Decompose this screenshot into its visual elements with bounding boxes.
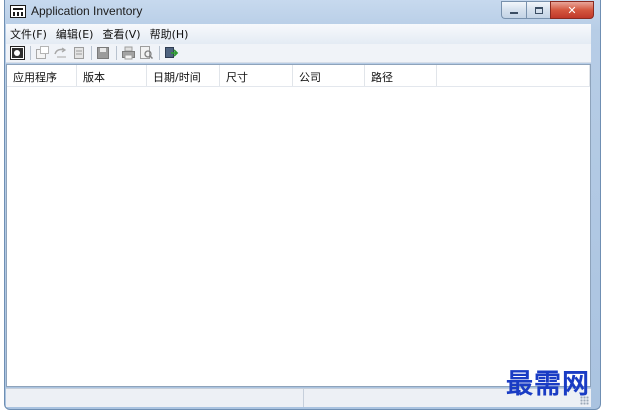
exit-button[interactable] xyxy=(163,45,180,61)
window-title: Application Inventory xyxy=(31,4,143,18)
menu-view[interactable]: 查看(V) xyxy=(98,26,144,42)
maximize-button[interactable] xyxy=(526,1,550,19)
menu-help[interactable]: 帮助(H) xyxy=(146,26,193,42)
copy-icon xyxy=(74,47,84,59)
application-list[interactable]: 应用程序 版本 日期/时间 尺寸 公司 路径 xyxy=(6,64,591,387)
column-header-size[interactable]: 尺寸 xyxy=(220,65,293,86)
column-header-filler xyxy=(437,65,590,86)
column-header-datetime[interactable]: 日期/时间 xyxy=(147,65,220,86)
window-controls: ✕ xyxy=(501,1,594,19)
toolbar-separator xyxy=(91,46,92,60)
view-icon xyxy=(10,46,25,60)
close-icon: ✕ xyxy=(567,3,577,17)
refresh-button[interactable] xyxy=(52,45,69,61)
exit-icon xyxy=(165,47,179,58)
status-pane-left xyxy=(6,389,304,407)
column-header-version[interactable]: 版本 xyxy=(77,65,147,86)
column-header-application[interactable]: 应用程序 xyxy=(7,65,77,86)
toolbar xyxy=(6,44,591,63)
view-button[interactable] xyxy=(9,45,26,61)
close-button[interactable]: ✕ xyxy=(550,1,594,19)
column-header-path[interactable]: 路径 xyxy=(365,65,437,86)
minimize-button[interactable] xyxy=(501,1,526,19)
save-icon xyxy=(97,47,109,59)
menu-edit[interactable]: 编辑(E) xyxy=(52,26,98,42)
list-header: 应用程序 版本 日期/时间 尺寸 公司 路径 xyxy=(7,65,590,87)
toolbar-separator xyxy=(30,46,31,60)
print-button[interactable] xyxy=(120,45,137,61)
status-bar xyxy=(6,388,591,407)
toolbar-separator xyxy=(159,46,160,60)
toolbar-separator xyxy=(116,46,117,60)
menu-file[interactable]: 文件(F) xyxy=(6,26,51,42)
properties-button[interactable] xyxy=(34,45,51,61)
copy-button[interactable] xyxy=(70,45,87,61)
application-icon[interactable] xyxy=(10,5,26,18)
column-header-company[interactable]: 公司 xyxy=(293,65,365,86)
print-preview-icon xyxy=(140,46,154,60)
properties-icon xyxy=(36,46,49,59)
minimize-icon xyxy=(510,12,518,14)
menu-bar: 文件(F) 编辑(E) 查看(V) 帮助(H) xyxy=(6,24,591,45)
maximize-icon xyxy=(534,6,543,14)
print-preview-button[interactable] xyxy=(138,45,155,61)
watermark-logo: 最需网 xyxy=(506,369,590,400)
save-button[interactable] xyxy=(95,45,112,61)
refresh-icon xyxy=(54,47,67,58)
print-icon xyxy=(122,46,135,60)
title-bar[interactable]: Application Inventory ✕ xyxy=(5,0,600,24)
